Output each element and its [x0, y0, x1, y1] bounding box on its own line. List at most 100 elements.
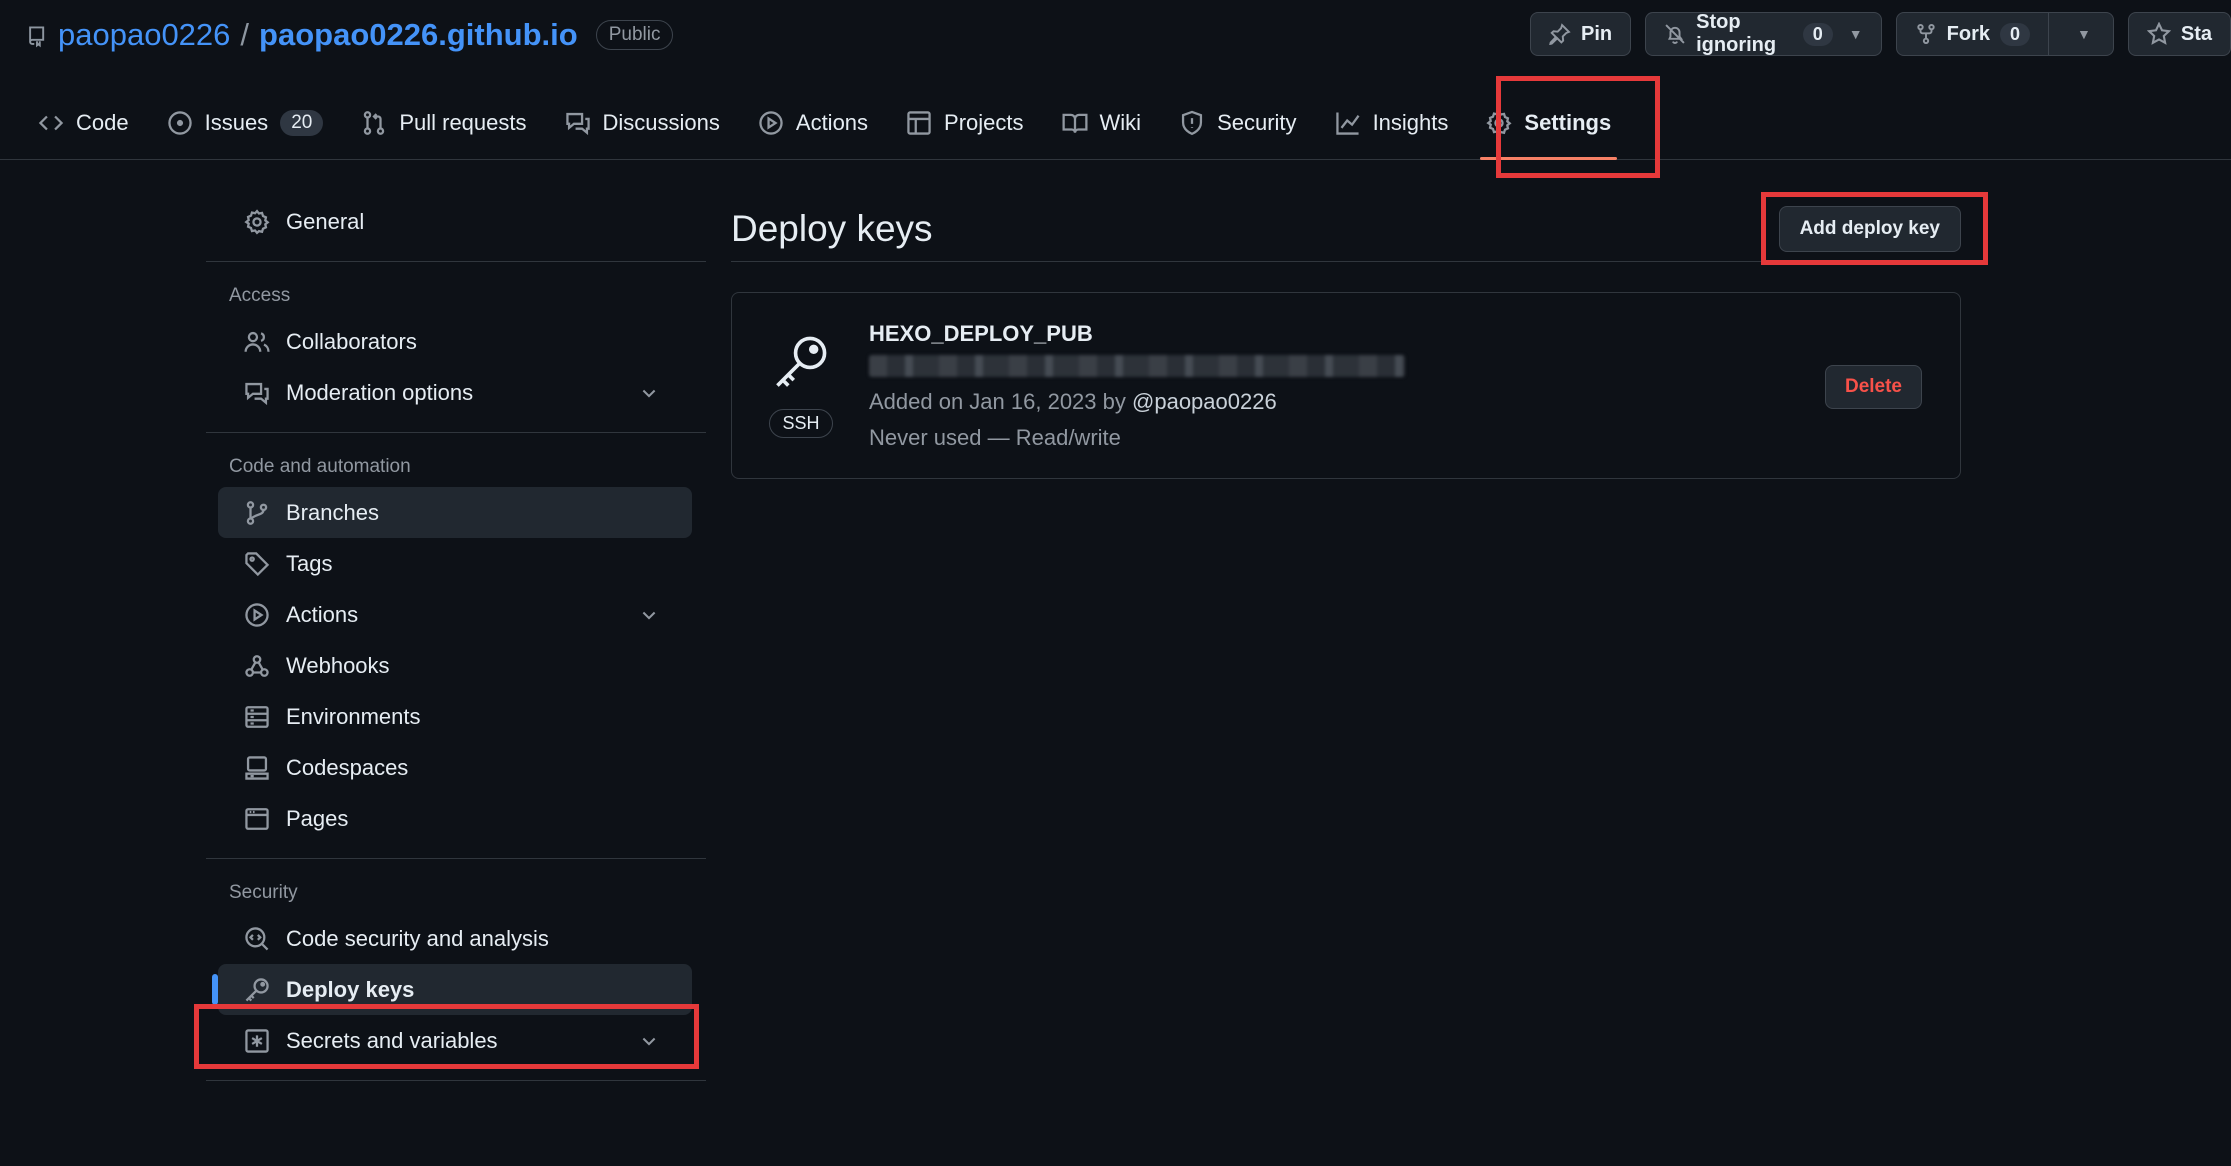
tab-pull-requests[interactable]: Pull requests [347, 86, 540, 160]
codescan-icon [242, 926, 272, 952]
sidebar-item-label: Actions [286, 601, 359, 627]
key-added-date: Added on Jan 16, 2023 by [869, 389, 1126, 414]
sidebar-item-label: Codespaces [286, 754, 409, 780]
branch-icon [242, 500, 272, 526]
star-label: Sta [2180, 22, 2212, 45]
key-added-by-user[interactable]: @paopao0226 [1132, 389, 1277, 414]
pin-button[interactable]: Pin [1530, 12, 1632, 56]
repo-tabs: Code Issues 20 Pull requests Discussions… [24, 86, 1625, 160]
sidebar-heading-security: Security [229, 882, 298, 903]
table-icon [906, 110, 932, 136]
key-fingerprint-redacted [869, 355, 1405, 377]
fork-icon [1915, 23, 1937, 45]
issues-count-badge: 20 [280, 110, 324, 136]
sidebar-item-label: Code security and analysis [286, 925, 549, 951]
key-icon [772, 333, 830, 391]
tab-projects[interactable]: Projects [892, 86, 1037, 160]
people-icon [242, 329, 272, 355]
sidebar-item-label: Pages [286, 805, 349, 831]
key-title: HEXO_DEPLOY_PUB [869, 321, 1093, 346]
tab-issues[interactable]: Issues 20 [153, 86, 338, 160]
fork-label: Fork [1946, 22, 1990, 45]
key-type-column: SSH [768, 333, 834, 438]
divider [206, 858, 706, 859]
visibility-badge: Public [595, 20, 674, 50]
server-icon [242, 704, 272, 730]
watch-button[interactable]: Stop ignoring 0 ▼ [1645, 11, 1882, 56]
code-icon [38, 110, 64, 136]
page-title: Deploy keys [731, 207, 933, 249]
tab-label: Code [76, 110, 129, 135]
sidebar-item-code-security[interactable]: Code security and analysis [218, 913, 692, 964]
tab-label: Discussions [602, 110, 720, 135]
star-button[interactable]: Sta [2127, 12, 2231, 56]
chevron-down-icon [634, 383, 664, 403]
repo-actions: Pin Stop ignoring 0 ▼ Fork 0 ▼ Sta [1530, 11, 2231, 56]
star-icon [2146, 22, 2171, 46]
tab-actions[interactable]: Actions [744, 86, 882, 160]
tab-label: Actions [795, 110, 869, 135]
repo-name-link[interactable]: paopao0226.github.io [259, 17, 578, 53]
sidebar-item-label: Environments [286, 703, 421, 729]
codespaces-icon [242, 755, 272, 781]
tab-label: Insights [1372, 110, 1449, 135]
tab-insights[interactable]: Insights [1321, 86, 1463, 160]
sidebar-heading-access: Access [229, 285, 291, 306]
path-separator: / [240, 17, 250, 52]
tab-label: Security [1217, 110, 1297, 135]
sidebar-item-branches[interactable]: Branches [218, 487, 692, 538]
sidebar-item-label: Tags [286, 550, 333, 576]
sidebar-item-actions[interactable]: Actions [218, 589, 692, 640]
graph-icon [1335, 110, 1361, 136]
tab-label: Pull requests [399, 110, 527, 135]
sidebar-item-general[interactable]: General [218, 196, 692, 247]
chevron-down-icon: ▼ [2077, 26, 2091, 42]
play-icon [758, 110, 784, 136]
sidebar-item-label: Deploy keys [286, 976, 415, 1002]
delete-key-button[interactable]: Delete [1824, 365, 1922, 409]
repo-owner-link[interactable]: paopao0226 [58, 17, 230, 53]
fork-count: 0 [2000, 22, 2031, 46]
repo-icon [26, 22, 48, 48]
highlight-box-settings-tab [1496, 76, 1660, 178]
sidebar-item-label: Collaborators [286, 328, 417, 354]
gear-icon [242, 208, 272, 235]
sidebar-item-collaborators[interactable]: Collaborators [218, 316, 692, 367]
sidebar-item-moderation-options[interactable]: Moderation options [218, 367, 692, 418]
sidebar-item-label: Moderation options [286, 379, 474, 405]
watch-count: 0 [1802, 22, 1833, 46]
sidebar-item-codespaces[interactable]: Codespaces [218, 742, 692, 793]
key-usage-info: Never used — Read/write [869, 425, 1121, 450]
sidebar-item-webhooks[interactable]: Webhooks [218, 640, 692, 691]
key-icon [242, 977, 272, 1003]
pin-label: Pin [1581, 22, 1613, 45]
comment-discussion-icon [242, 380, 272, 406]
issue-icon [167, 110, 193, 136]
sidebar-item-tags[interactable]: Tags [218, 538, 692, 589]
deploy-key-item: SSH HEXO_DEPLOY_PUB Added on Jan 16, 202… [731, 292, 1961, 479]
tag-icon [242, 551, 272, 577]
sidebar-item-label: Webhooks [286, 652, 390, 678]
sidebar-heading-code-automation: Code and automation [229, 456, 411, 477]
sidebar-item-label: General [286, 208, 365, 234]
repo-title: paopao0226 / paopao0226.github.io Public [26, 14, 674, 56]
tab-wiki[interactable]: Wiki [1048, 86, 1156, 160]
book-icon [1062, 110, 1088, 136]
sidebar-item-environments[interactable]: Environments [218, 691, 692, 742]
sidebar-item-pages[interactable]: Pages [218, 793, 692, 844]
pull-request-icon [361, 110, 387, 136]
highlight-box-deploy-keys-item [194, 1004, 699, 1069]
chevron-down-icon [634, 605, 664, 625]
pin-icon [1549, 23, 1571, 45]
key-added-info: Added on Jan 16, 2023 by @paopao0226 [869, 389, 1405, 415]
tab-security[interactable]: Security [1165, 86, 1310, 160]
tab-label: Wiki [1099, 110, 1142, 135]
tab-code[interactable]: Code [24, 86, 143, 160]
fork-dropdown-button[interactable]: ▼ [2049, 12, 2114, 56]
key-type-badge: SSH [769, 409, 833, 438]
tab-discussions[interactable]: Discussions [551, 86, 734, 160]
sidebar-item-label: Branches [286, 499, 379, 525]
fork-button[interactable]: Fork 0 [1895, 12, 2050, 56]
divider [206, 432, 706, 433]
browser-icon [242, 806, 272, 832]
